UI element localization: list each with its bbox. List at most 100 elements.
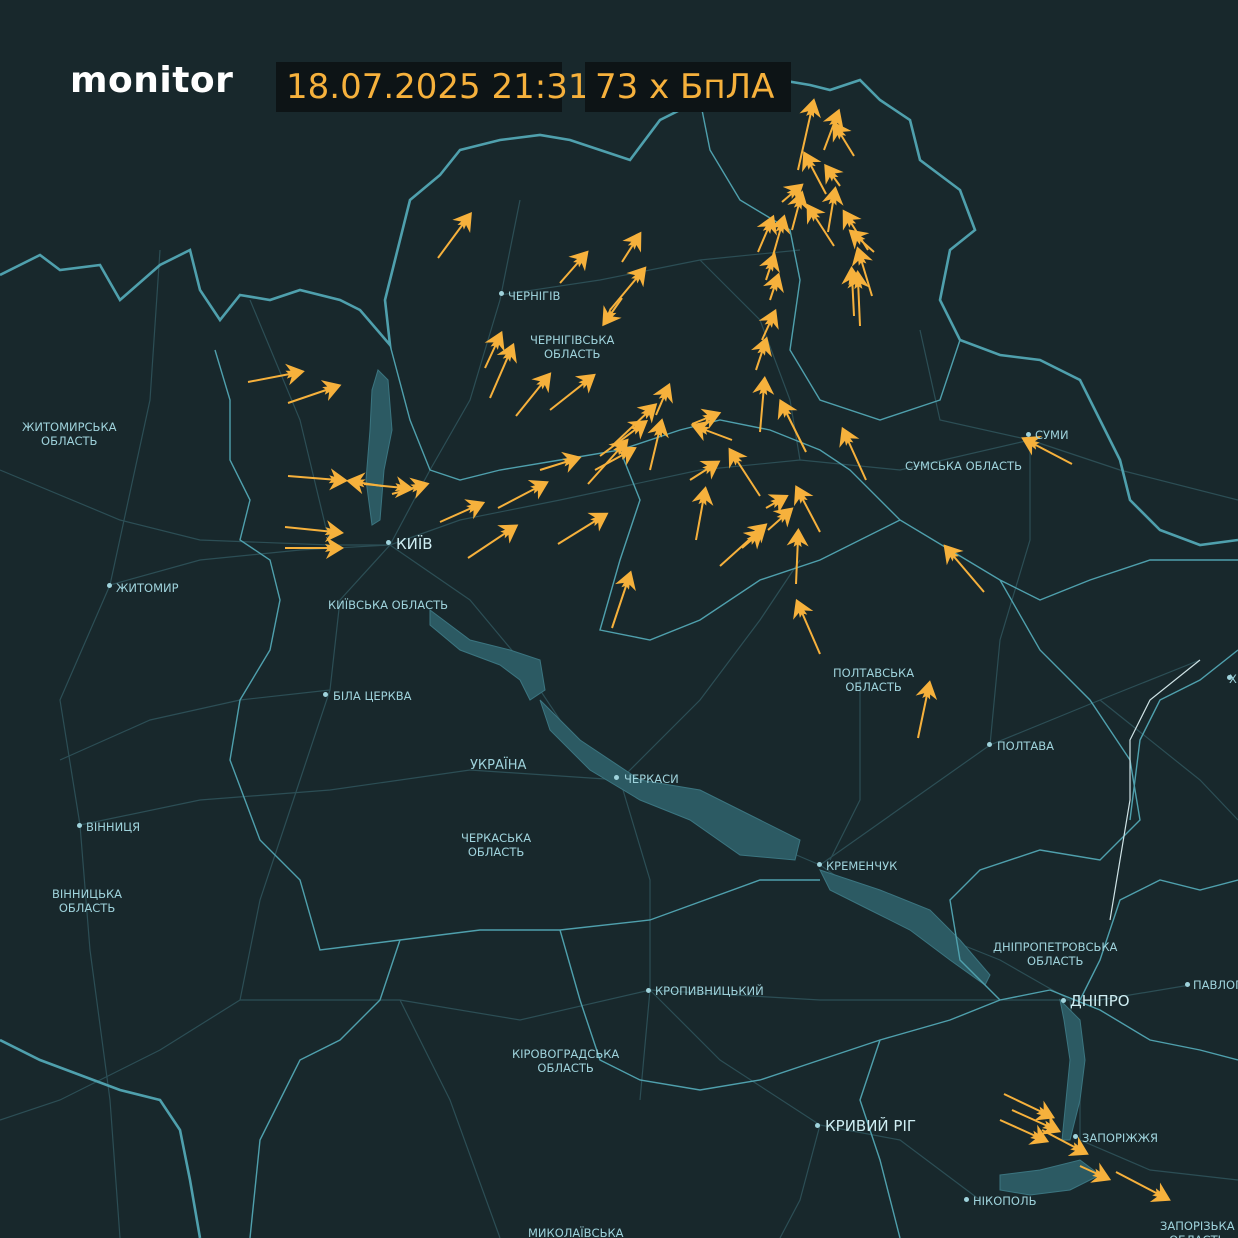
map-stage: monitor 18.07.2025 21:31 73 х БпЛА ЖИТОМ… <box>0 0 1238 1238</box>
drone-icon[interactable] <box>527 472 554 500</box>
drone-icon[interactable] <box>786 480 814 507</box>
city-dot-chernihiv <box>499 291 504 296</box>
city-label-poltava[interactable]: ПОЛТАВА <box>997 739 1054 753</box>
drone-count-badge: 73 х БпЛА <box>585 62 791 112</box>
city-label-nikopol[interactable]: НІКОПОЛЬ <box>973 1194 1037 1208</box>
drone-icon[interactable] <box>531 365 560 394</box>
country-label-ukraine: УКРАЇНА <box>470 758 527 773</box>
drone-track <box>549 379 589 411</box>
drone-track <box>845 435 867 481</box>
drone-icon[interactable] <box>626 259 655 288</box>
timestamp-badge: 18.07.2025 21:31 <box>276 62 589 112</box>
drone-tracks <box>247 107 1163 1197</box>
drone-track <box>515 379 546 417</box>
drone-icon[interactable] <box>560 447 585 474</box>
drone-track <box>859 255 873 297</box>
drone-track <box>783 407 807 453</box>
city-dot-sumy <box>1026 432 1031 437</box>
drone-icon[interactable] <box>821 184 847 206</box>
drone-icon[interactable] <box>763 269 790 294</box>
drone-icon[interactable] <box>587 503 615 532</box>
drone-track <box>467 529 511 559</box>
drone-icon[interactable] <box>833 204 862 232</box>
drone-track <box>609 273 641 311</box>
drone-track <box>489 351 511 399</box>
region-label-kirovohrad: КІРОВОГРАДСЬКА ОБЛАСТЬ <box>512 1047 620 1075</box>
drone-icon[interactable] <box>832 422 860 448</box>
city-label-chernihiv[interactable]: ЧЕРНІГІВ <box>508 289 560 303</box>
region-label-vinnytsia: ВІННИЦЬКА ОБЛАСТЬ <box>52 887 123 915</box>
city-label-kremenchuk[interactable]: КРЕМЕНЧУК <box>826 859 897 873</box>
drone-track <box>733 455 761 497</box>
region-label-kyiv: КИЇВСЬКА ОБЛАСТЬ <box>328 598 449 612</box>
city-dot-poltava <box>987 742 992 747</box>
drone-icon[interactable] <box>344 470 366 495</box>
region-label-zaporizhzhia: ЗАПОРІЗЬКАОБЛАСТЬ <box>1160 1219 1235 1238</box>
drone-track <box>437 219 467 259</box>
city-label-zhytomyr[interactable]: ЖИТОМИР <box>116 581 179 595</box>
city-label-cherkasy[interactable]: ЧЕРКАСИ <box>624 772 679 786</box>
city-dot-kropyvnytskyi <box>646 988 651 993</box>
region-label-poltava: ПОЛТАВСЬКА ОБЛАСТЬ <box>833 666 915 694</box>
drone-icon[interactable] <box>452 205 481 233</box>
drone-icon[interactable] <box>496 515 524 544</box>
drone-track <box>949 551 985 593</box>
region-label-mykolaiv: МИКОЛАЇВСЬКА <box>528 1226 624 1238</box>
city-dot-zhytomyr <box>107 583 112 588</box>
drone-icon[interactable] <box>622 226 651 254</box>
drone-icon[interactable] <box>408 473 432 499</box>
city-label-vinnytsia[interactable]: ВІННИЦЯ <box>86 820 140 834</box>
city-dot-nikopol <box>964 1197 969 1202</box>
drone-icon[interactable] <box>691 484 717 507</box>
drone-icon[interactable] <box>699 451 727 480</box>
drone-icon[interactable] <box>1149 1182 1176 1210</box>
drone-track <box>611 579 629 629</box>
city-label-kyiv[interactable]: КИЇВ <box>396 537 433 552</box>
drone-icon[interactable] <box>574 365 603 394</box>
drone-icon[interactable] <box>593 304 622 332</box>
city-dot-pavlohrad <box>1185 982 1190 987</box>
city-dot-dnipro <box>1061 998 1066 1003</box>
drone-icon[interactable] <box>652 378 680 404</box>
city-label-dnipro[interactable]: ДНІПРО <box>1070 994 1130 1009</box>
drone-track <box>1115 1171 1163 1197</box>
city-label-sumy[interactable]: СУМИ <box>1035 428 1069 442</box>
drone-track <box>557 517 601 545</box>
region-label-sumy: СУМСЬКА ОБЛАСТЬ <box>905 459 1022 473</box>
drone-icon[interactable] <box>799 96 825 119</box>
drone-track <box>799 607 821 655</box>
drone-track <box>799 493 821 533</box>
city-dot-kremenchuk <box>817 862 822 867</box>
city-label-kryvyi-rih[interactable]: КРИВИЙ РІГ <box>825 1119 916 1134</box>
city-dot-bila-tserkva <box>323 692 328 697</box>
drone-icon[interactable] <box>284 360 307 386</box>
drone-track <box>1003 1093 1047 1115</box>
drone-icon[interactable] <box>320 374 345 401</box>
region-label-dnipropetrovsk: ДНІПРОПЕТРОВСЬКА ОБЛАСТЬ <box>993 940 1118 968</box>
region-label-cherkasy: ЧЕРКАСЬКА ОБЛАСТЬ <box>461 831 532 859</box>
drone-icon[interactable] <box>786 594 814 620</box>
drone-icon[interactable] <box>782 175 811 204</box>
city-label-zaporizhzhia[interactable]: ЗАПОРІЖЖЯ <box>1082 1131 1158 1145</box>
river-dnipro <box>365 369 1101 1196</box>
city-label-kropyvnytskyi[interactable]: КРОПИВНИЦЬКИЙ <box>655 984 764 998</box>
city-dot-vinnytsia <box>77 823 82 828</box>
city-label-bila-tserkva[interactable]: БІЛА ЦЕРКВА <box>333 689 412 703</box>
drone-track <box>287 387 333 404</box>
region-label-chernihiv: ЧЕРНІГІВСЬКА ОБЛАСТЬ <box>530 333 615 361</box>
road-network <box>0 199 1238 1238</box>
region-label-zhytomyr: ЖИТОМИРСЬКА ОБЛАСТЬ <box>22 420 117 448</box>
drone-icon[interactable] <box>915 678 940 701</box>
city-label-kharkiv[interactable]: Х <box>1229 672 1237 686</box>
city-dot-kryvyi-rih <box>815 1123 820 1128</box>
drone-icon[interactable] <box>463 492 489 520</box>
drone-icon[interactable] <box>615 567 642 592</box>
drone-track <box>999 1119 1041 1139</box>
drone-track <box>1029 441 1073 465</box>
drone-icon[interactable] <box>935 537 964 566</box>
brand-logo: monitor <box>70 60 234 101</box>
drone-icon[interactable] <box>770 394 798 421</box>
city-dot-kyiv <box>386 540 391 545</box>
city-label-pavlohrad[interactable]: ПАВЛОГ <box>1193 978 1238 992</box>
city-dot-zaporizhzhia <box>1073 1134 1078 1139</box>
